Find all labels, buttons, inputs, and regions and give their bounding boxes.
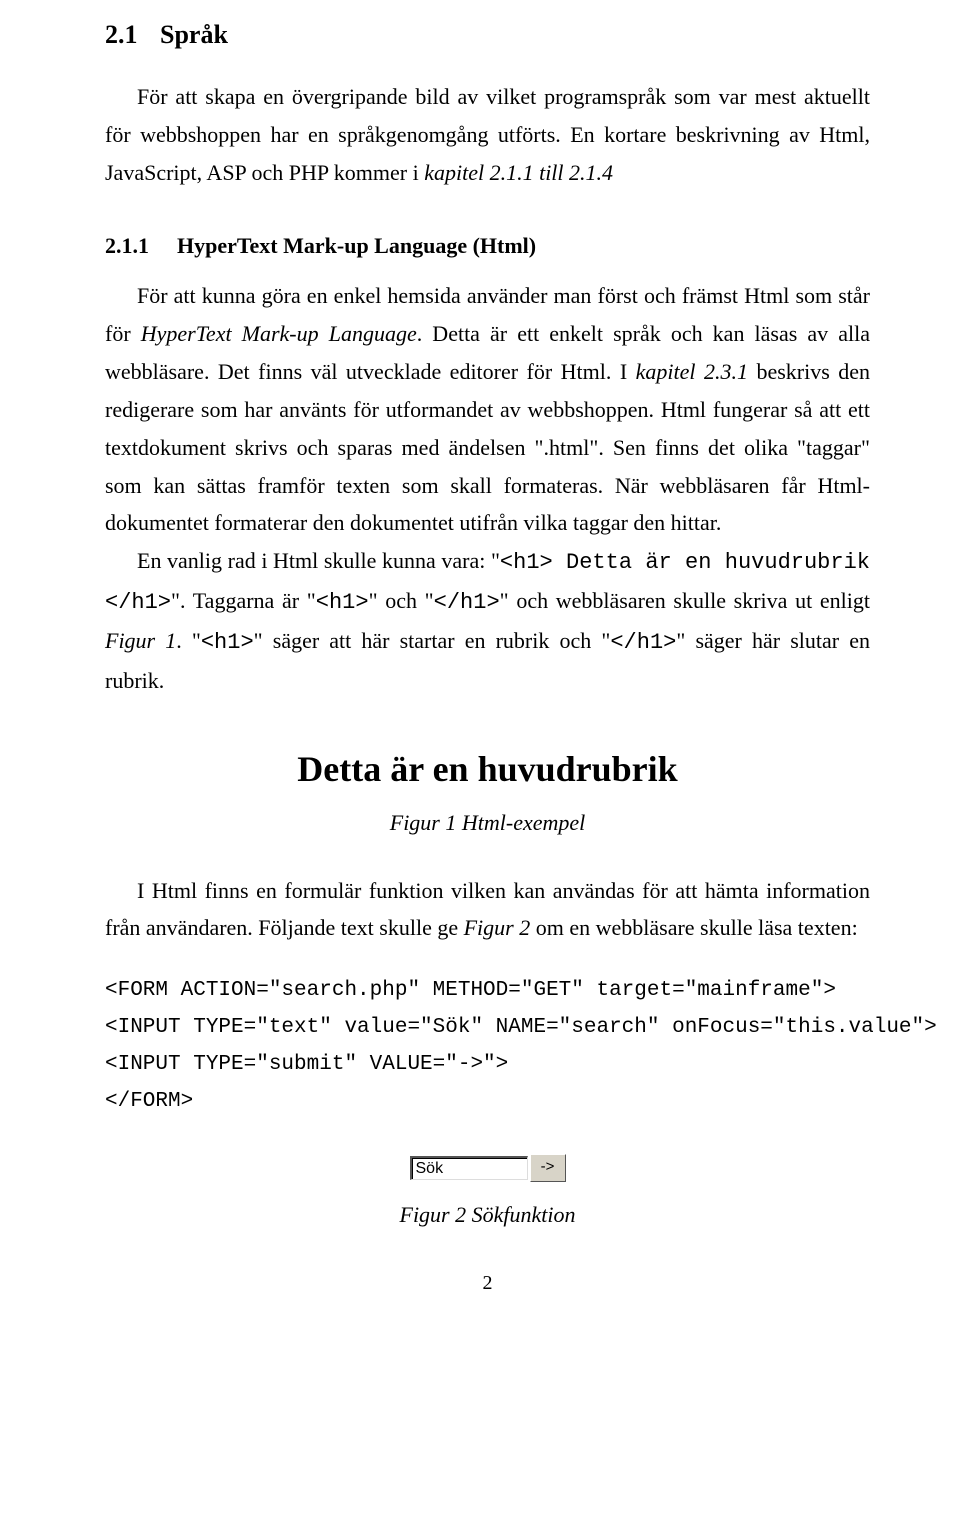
italic-ref: Figur 2	[464, 915, 531, 940]
figure-1-rendered-output: Detta är en huvudrubrik	[105, 748, 870, 790]
page-number: 2	[105, 1272, 870, 1295]
search-submit-button-example: ->	[530, 1154, 566, 1182]
figure-2-rendered-output: Sök->	[105, 1154, 870, 1182]
paragraph-4: I Html finns en formulär funktion vilken…	[105, 872, 870, 948]
code-block-form-example: <FORM ACTION="search.php" METHOD="GET" t…	[105, 973, 870, 1120]
code-inline: </h1>	[610, 630, 676, 655]
paragraph-2: För att kunna göra en enkel hemsida anvä…	[105, 277, 870, 542]
text-run: ". Taggarna är "	[171, 588, 316, 613]
text-run: " och webbläsaren skulle skriva ut enlig…	[500, 588, 870, 613]
text-run: En vanlig rad i Html skulle kunna vara: …	[137, 548, 500, 573]
text-run: " säger att här startar en rubrik och "	[254, 628, 611, 653]
italic-ref: Figur 1	[105, 628, 176, 653]
paragraph-3: En vanlig rad i Html skulle kunna vara: …	[105, 542, 870, 699]
code-inline: <h1>	[316, 590, 369, 615]
subsection-title: HyperText Mark-up Language (Html)	[177, 233, 536, 258]
search-form-example: Sök->	[410, 1154, 566, 1182]
document-page: 2.1Språk För att skapa en övergripande b…	[0, 0, 960, 1335]
text-run: . "	[176, 628, 201, 653]
section-number: 2.1	[105, 20, 160, 50]
text-run: " och "	[369, 588, 434, 613]
italic-ref: kapitel 2.1.1 till 2.1.4	[424, 160, 613, 185]
example-heading-output: Detta är en huvudrubrik	[297, 749, 677, 789]
subsection-heading: 2.1.1HyperText Mark-up Language (Html)	[105, 233, 870, 259]
subsection-number: 2.1.1	[105, 233, 177, 259]
figure-1-caption: Figur 1 Html-exempel	[105, 810, 870, 836]
text-run: om en webbläsare skulle läsa texten:	[530, 915, 857, 940]
code-inline: </h1>	[434, 590, 500, 615]
figure-2-caption: Figur 2 Sökfunktion	[105, 1202, 870, 1228]
search-input-example: Sök	[410, 1156, 528, 1180]
text-run: beskrivs den redigerare som har använts …	[105, 359, 870, 535]
italic-ref: kapitel 2.3.1	[636, 359, 748, 384]
section-heading: 2.1Språk	[105, 20, 870, 50]
paragraph-1: För att skapa en övergripande bild av vi…	[105, 78, 870, 191]
section-title: Språk	[160, 20, 228, 49]
italic-term: HyperText Mark-up Language	[141, 321, 417, 346]
code-inline: <h1>	[201, 630, 254, 655]
